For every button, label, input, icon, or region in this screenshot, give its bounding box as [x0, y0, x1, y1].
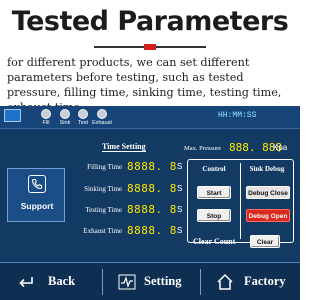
testing-time-value[interactable]: 8888. 8 — [127, 203, 177, 216]
control-heading: Control — [202, 165, 226, 173]
phone-icon — [28, 175, 46, 193]
test-indicator: Test — [73, 109, 93, 126]
indicator-label: Fill — [42, 120, 50, 126]
sinking-time-label: Sinking Time — [84, 185, 122, 193]
waveform-icon — [118, 274, 136, 290]
testing-time-label: Testing Time — [85, 206, 122, 214]
exhaust-time-label: Exhaust Time — [83, 227, 122, 235]
return-arrow-icon — [19, 277, 33, 288]
indicator-label: Sink — [59, 120, 71, 126]
nav-divider — [200, 269, 201, 295]
bottom-nav: Back Setting Factory — [0, 262, 300, 300]
clear-button[interactable]: Clear — [250, 235, 280, 248]
debug-open-button[interactable]: Debug Open — [246, 209, 290, 222]
max-pressure-unit: Kpa — [273, 143, 288, 152]
testing-time-unit: S — [177, 205, 183, 214]
home-icon — [217, 273, 233, 290]
logo-icon — [4, 109, 21, 122]
sinking-time-value[interactable]: 8888. 8 — [127, 182, 177, 195]
exhaust-time-unit: S — [177, 226, 183, 235]
stop-button[interactable]: Stop — [197, 209, 231, 222]
control-panel: Control Sink Debug Start Debug Close Sto… — [187, 159, 294, 243]
indicator-light-icon — [60, 109, 70, 119]
filling-time-value[interactable]: 8888. 8 — [127, 160, 177, 173]
support-button[interactable]: Support — [7, 168, 65, 222]
fill-indicator: Fill — [36, 109, 56, 126]
title-underline-right — [156, 46, 206, 48]
back-label: Back — [48, 274, 76, 288]
title-accent — [144, 44, 156, 50]
start-button[interactable]: Start — [197, 186, 231, 199]
sinking-time-unit: S — [177, 184, 183, 193]
nav-divider — [102, 269, 103, 295]
support-label: Support — [20, 201, 54, 211]
factory-label: Factory — [244, 274, 286, 288]
filling-time-unit: S — [177, 162, 183, 171]
panel-divider — [240, 163, 241, 239]
back-button[interactable]: Back — [6, 267, 96, 297]
sink-debug-heading: Sink Debug — [249, 165, 285, 173]
setting-button[interactable]: Setting — [110, 267, 196, 297]
indicator-label: Test — [77, 120, 89, 126]
indicator-light-icon — [41, 109, 51, 119]
indicator-light-icon — [78, 109, 88, 119]
hmi-screen: Fill Sink Test Exhaust HH:MM:SS Support … — [0, 106, 300, 300]
setting-label: Setting — [144, 274, 182, 288]
indicator-label: Exhaust — [92, 120, 112, 126]
clear-count-label: Clear Count — [193, 237, 236, 246]
clock: HH:MM:SS — [218, 111, 257, 120]
factory-button[interactable]: Factory — [208, 267, 296, 297]
debug-close-button[interactable]: Debug Close — [246, 186, 290, 199]
title-underline-left — [94, 46, 144, 48]
filling-time-label: Filling Time — [87, 163, 122, 171]
exhaust-indicator: Exhaust — [92, 109, 112, 126]
max-pressure-label: Max. Pressure — [184, 145, 222, 152]
indicator-light-icon — [97, 109, 107, 119]
page-title: Tested Parameters — [11, 6, 289, 37]
status-bar: Fill Sink Test Exhaust HH:MM:SS — [0, 106, 300, 129]
time-setting-heading: Time Setting — [102, 142, 146, 152]
sink-indicator: Sink — [55, 109, 75, 126]
exhaust-time-value[interactable]: 8888. 8 — [127, 224, 177, 237]
